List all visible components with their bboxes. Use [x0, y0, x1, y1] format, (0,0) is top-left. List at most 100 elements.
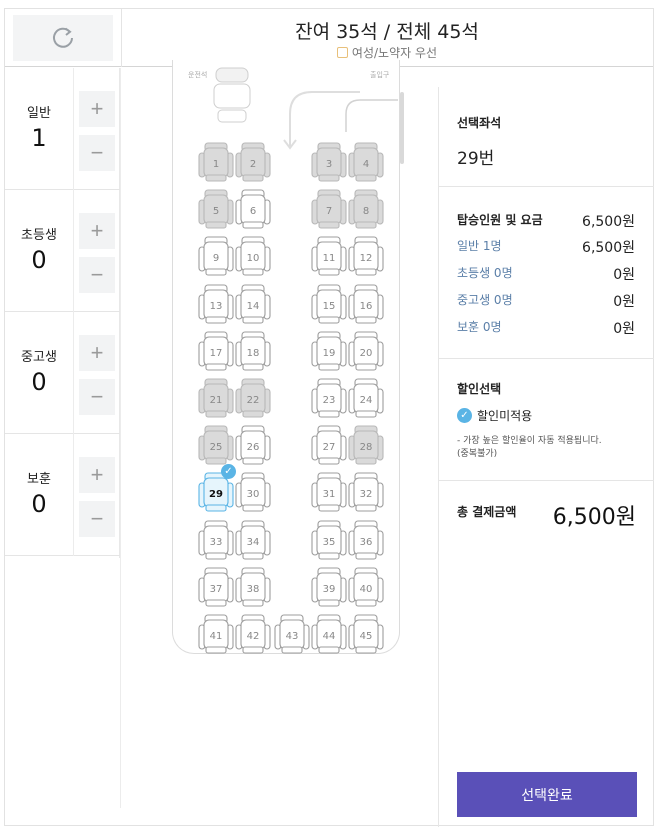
- priority-seat-legend: 여성/노약자 우선: [121, 44, 653, 61]
- seat-19[interactable]: 19: [311, 331, 349, 373]
- seat-number: 26: [247, 442, 260, 453]
- seat-number: 27: [323, 442, 336, 453]
- seat-number: 7: [326, 206, 332, 217]
- summary-panel: 선택좌석 29번 탑승인원 및 요금 6,500원 일반 1명 6,500원 초…: [438, 87, 654, 827]
- seat-14[interactable]: 14: [235, 284, 273, 326]
- decrease-button[interactable]: −: [79, 257, 115, 293]
- header-bar: 잔여 35석 / 전체 45석 여성/노약자 우선: [5, 9, 653, 67]
- seat-24[interactable]: 24: [348, 378, 386, 420]
- seat-number: 29: [209, 489, 223, 500]
- seat-13[interactable]: 13: [198, 284, 236, 326]
- seat-number: 6: [250, 206, 256, 217]
- seat-4: 4: [348, 142, 384, 182]
- fare-total: 6,500원: [582, 214, 635, 230]
- seat-2: 2: [235, 142, 271, 182]
- seat-20[interactable]: 20: [348, 331, 386, 373]
- seat-12[interactable]: 12: [348, 236, 386, 278]
- total-section: 총 결제금액 6,500원: [439, 481, 654, 581]
- seat-6[interactable]: 6: [235, 189, 273, 231]
- decrease-button[interactable]: −: [79, 135, 115, 171]
- increase-button[interactable]: +: [79, 457, 115, 493]
- seat-27[interactable]: 27: [311, 425, 349, 467]
- seat-number: 9: [213, 253, 219, 264]
- seat-7: 7: [311, 189, 347, 229]
- passenger-label: 중고생: [21, 350, 57, 365]
- seat-36[interactable]: 36: [348, 520, 386, 562]
- seat-number: 40: [360, 584, 373, 595]
- seat-33[interactable]: 33: [198, 520, 236, 562]
- seat-17[interactable]: 17: [198, 331, 236, 373]
- seat-43[interactable]: 43: [274, 614, 312, 656]
- seat-44[interactable]: 44: [311, 614, 349, 656]
- refresh-icon: [53, 27, 73, 48]
- seat-45[interactable]: 45: [348, 614, 386, 656]
- seat-28: 28: [348, 425, 384, 465]
- seat-number: 38: [247, 584, 260, 595]
- seat-number: 43: [286, 631, 299, 642]
- refresh-button[interactable]: [13, 15, 113, 61]
- priority-legend-label: 여성/노약자 우선: [351, 46, 438, 60]
- seat-30[interactable]: 30: [235, 472, 273, 514]
- seat-23[interactable]: 23: [311, 378, 349, 420]
- seat-number: 21: [210, 395, 223, 406]
- seat-number: 36: [360, 537, 373, 548]
- seat-42[interactable]: 42: [235, 614, 273, 656]
- seat-5: 5: [198, 189, 234, 229]
- passenger-label: 보훈: [27, 472, 51, 487]
- seat-number: 34: [247, 537, 260, 548]
- seat-39[interactable]: 39: [311, 567, 349, 609]
- increase-button[interactable]: +: [79, 335, 115, 371]
- seat-11[interactable]: 11: [311, 236, 349, 278]
- seat-number: 12: [360, 253, 373, 264]
- total-value: 6,500원: [552, 505, 636, 530]
- seat-number: 3: [326, 159, 332, 170]
- passenger-count: 1: [31, 124, 47, 152]
- seat-1: 1: [198, 142, 234, 182]
- seat-34[interactable]: 34: [235, 520, 273, 562]
- discount-title: 할인선택: [457, 382, 502, 396]
- seat-number: 22: [247, 395, 260, 406]
- seat-9[interactable]: 9: [198, 236, 236, 278]
- seat-38[interactable]: 38: [235, 567, 273, 609]
- fare-line: 초등생 0명 0원: [457, 266, 635, 283]
- seat-37[interactable]: 37: [198, 567, 236, 609]
- driver-seat-icon: [213, 67, 251, 123]
- passenger-row-student: 중고생 0 + −: [5, 312, 120, 434]
- seat-map-scrollbar[interactable]: [400, 92, 404, 164]
- seat-40[interactable]: 40: [348, 567, 386, 609]
- passenger-count: 0: [31, 368, 47, 396]
- seat-16[interactable]: 16: [348, 284, 386, 326]
- increase-button[interactable]: +: [79, 213, 115, 249]
- seat-41[interactable]: 41: [198, 614, 236, 656]
- passenger-row-general: 일반 1 + −: [5, 68, 120, 190]
- seat-number: 5: [213, 206, 219, 217]
- discount-option[interactable]: ✓ 할인미적용: [457, 407, 532, 424]
- decrease-button[interactable]: −: [79, 379, 115, 415]
- remaining-seat-count: 잔여 35석 / 전체 45석: [295, 21, 479, 43]
- seat-31[interactable]: 31: [311, 472, 349, 514]
- fare-section: 탑승인원 및 요금 6,500원 일반 1명 6,500원 초등생 0명 0원 …: [439, 187, 654, 359]
- seat-18[interactable]: 18: [235, 331, 273, 373]
- seat-number: 10: [247, 253, 260, 264]
- passenger-row-elementary: 초등생 0 + −: [5, 190, 120, 312]
- fare-title: 탑승인원 및 요금: [457, 213, 543, 227]
- seat-21: 21: [198, 378, 234, 418]
- seat-15[interactable]: 15: [311, 284, 349, 326]
- seat-10[interactable]: 10: [235, 236, 273, 278]
- entrance-step-icon: [345, 99, 398, 132]
- seat-26[interactable]: 26: [235, 425, 273, 467]
- seat-3: 3: [311, 142, 347, 182]
- seat-number: 41: [210, 631, 223, 642]
- discount-note: - 가장 높은 할인율이 자동 적용됩니다. (중복불가): [457, 436, 602, 459]
- decrease-button[interactable]: −: [79, 501, 115, 537]
- seat-number: 8: [363, 206, 369, 217]
- selected-seat-value: 29번: [457, 149, 495, 169]
- confirm-selection-button[interactable]: 선택완료: [457, 772, 637, 817]
- seat-8: 8: [348, 189, 384, 229]
- selected-seat-section: 선택좌석 29번: [439, 87, 654, 187]
- increase-button[interactable]: +: [79, 91, 115, 127]
- seat-35[interactable]: 35: [311, 520, 349, 562]
- total-title: 총 결제금액: [457, 505, 517, 519]
- entrance-label: 출입구: [370, 71, 390, 79]
- seat-32[interactable]: 32: [348, 472, 386, 514]
